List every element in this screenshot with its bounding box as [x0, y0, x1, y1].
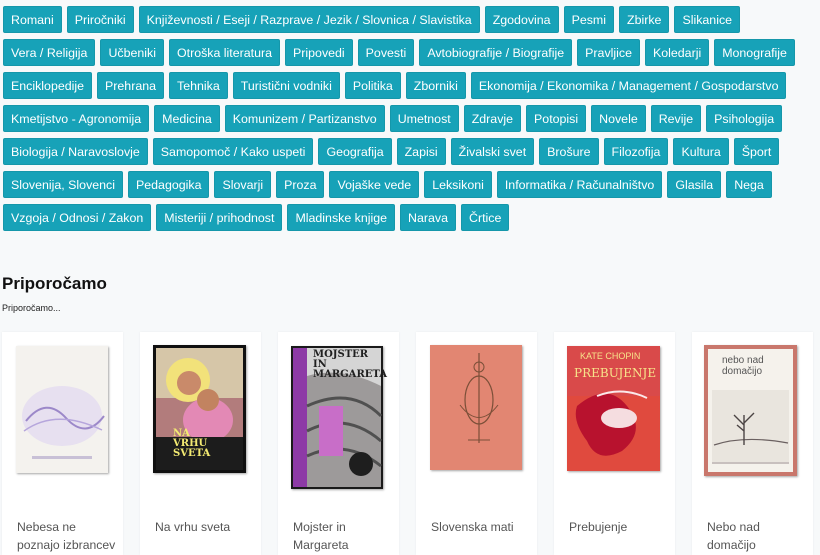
category-tag[interactable]: Pesmi	[563, 6, 615, 33]
category-tag[interactable]: Novele	[591, 105, 646, 132]
category-tag[interactable]: Vojaške vede	[329, 171, 420, 198]
category-tag[interactable]: Glasila	[667, 171, 722, 198]
book-cover[interactable]: NA VRHU SVETA	[153, 345, 246, 473]
category-tag[interactable]: Avtobiografije / Biografije	[419, 39, 573, 66]
book-card[interactable]: Nebesa ne poznajo izbrancev	[2, 332, 123, 555]
category-tag[interactable]: Turistični vodniki	[232, 72, 340, 99]
category-tag[interactable]: Politika	[344, 72, 401, 99]
cover-art	[567, 346, 660, 471]
category-tag[interactable]: Povesti	[357, 39, 415, 66]
category-tag[interactable]: Medicina	[154, 105, 220, 132]
cover-author: KATE CHOPIN	[580, 351, 641, 361]
book-card[interactable]: Slovenska mati	[416, 332, 537, 555]
book-title[interactable]: Prebujenje	[569, 518, 669, 536]
category-tag[interactable]: Vzgoja / Odnosi / Zakon	[3, 204, 152, 231]
book-cover[interactable]	[430, 345, 522, 470]
category-tag[interactable]: Komunizem / Partizanstvo	[224, 105, 385, 132]
category-tag[interactable]: Vera / Religija	[3, 39, 96, 66]
category-tag[interactable]: Biologija / Naravoslovje	[3, 138, 148, 165]
category-tag[interactable]: Pripovedi	[285, 39, 353, 66]
category-tag[interactable]: Zapisi	[396, 138, 446, 165]
category-tag[interactable]: Potopisi	[526, 105, 587, 132]
book-cover[interactable]	[16, 346, 108, 473]
category-tag[interactable]: Geografija	[318, 138, 392, 165]
category-tag[interactable]: Šport	[733, 138, 780, 165]
category-tag[interactable]: Učbeniki	[100, 39, 164, 66]
book-list: Nebesa ne poznajo izbrancev NA VRHU SVET…	[0, 332, 820, 555]
section-subtitle: Priporočamo...	[2, 303, 61, 313]
category-tag[interactable]: Samopomoč / Kako uspeti	[152, 138, 314, 165]
category-tag[interactable]: Narava	[400, 204, 456, 231]
category-tag[interactable]: Misteriji / prihodnost	[156, 204, 283, 231]
category-tag[interactable]: Pedagogika	[128, 171, 210, 198]
book-title[interactable]: Nebo nad domačijo	[707, 518, 807, 554]
book-cover[interactable]: KATE CHOPIN PREBUJENJE	[567, 346, 660, 471]
category-tag[interactable]: Črtice	[461, 204, 510, 231]
category-tag[interactable]: Filozofija	[603, 138, 669, 165]
category-tag[interactable]: Pravljice	[577, 39, 640, 66]
category-tag[interactable]: Otroška literatura	[168, 39, 281, 66]
cover-art	[430, 345, 522, 470]
cover-title: MOJSTER IN MARGARETA	[313, 349, 388, 380]
category-tag[interactable]: Monografije	[714, 39, 795, 66]
category-tag[interactable]: Zborniki	[405, 72, 466, 99]
book-card[interactable]: KATE CHOPIN PREBUJENJE Prebujenje	[554, 332, 675, 555]
category-tag[interactable]: Proza	[276, 171, 325, 198]
category-tag[interactable]: Leksikoni	[424, 171, 492, 198]
category-tag[interactable]: Književnosti / Eseji / Razprave / Jezik …	[138, 6, 480, 33]
category-tag[interactable]: Zbirke	[619, 6, 670, 33]
category-tag[interactable]: Kultura	[673, 138, 729, 165]
book-title[interactable]: Nebesa ne poznajo izbrancev	[17, 518, 117, 554]
cover-title: NA VRHU SVETA	[173, 428, 211, 459]
category-tag[interactable]: Slovarji	[214, 171, 272, 198]
category-tag[interactable]: Živalski svet	[450, 138, 535, 165]
cover-title: PREBUJENJE	[574, 366, 657, 380]
book-cover[interactable]: nebo nad domačijo	[704, 345, 797, 476]
category-tag[interactable]: Revije	[650, 105, 702, 132]
book-cover[interactable]: MOJSTER IN MARGARETA	[291, 346, 387, 489]
book-title[interactable]: Mojster in Margareta	[293, 518, 393, 554]
category-tag[interactable]: Ekonomija / Ekonomika / Management / Gos…	[470, 72, 787, 99]
category-tag[interactable]: Zdravje	[463, 105, 522, 132]
book-card[interactable]: NA VRHU SVETA Na vrhu sveta	[140, 332, 261, 555]
category-tag[interactable]: Psihologija	[706, 105, 783, 132]
category-list: Romani Priročniki Književnosti / Eseji / R…	[3, 6, 818, 231]
category-tag[interactable]: Slovenija, Slovenci	[3, 171, 124, 198]
book-title[interactable]: Na vrhu sveta	[155, 518, 255, 536]
book-card[interactable]: nebo nad domačijo Nebo nad domačijo	[692, 332, 813, 555]
category-tag[interactable]: Brošure	[539, 138, 599, 165]
category-tag[interactable]: Priročniki	[66, 6, 134, 33]
category-tag[interactable]: Slikanice	[674, 6, 741, 33]
book-title[interactable]: Slovenska mati	[431, 518, 531, 536]
category-tag[interactable]: Enciklopedije	[3, 72, 93, 99]
category-tag[interactable]: Nega	[726, 171, 772, 198]
category-tag[interactable]: Romani	[3, 6, 62, 33]
category-tag[interactable]: Informatika / Računalništvo	[496, 171, 663, 198]
category-tag[interactable]: Umetnost	[389, 105, 459, 132]
category-tag[interactable]: Zgodovina	[484, 6, 559, 33]
category-tag[interactable]: Koledarji	[644, 39, 710, 66]
section-title: Priporočamo	[2, 274, 107, 293]
category-tag[interactable]: Prehrana	[97, 72, 164, 99]
category-tag[interactable]: Kmetijstvo - Agronomija	[3, 105, 150, 132]
category-tag[interactable]: Tehnika	[169, 72, 228, 99]
book-card[interactable]: MOJSTER IN MARGARETA Mojster in Margaret…	[278, 332, 399, 555]
cover-art	[22, 386, 105, 459]
category-tag[interactable]: Mladinske knjige	[287, 204, 396, 231]
cover-title: nebo nad domačijo	[722, 355, 764, 377]
